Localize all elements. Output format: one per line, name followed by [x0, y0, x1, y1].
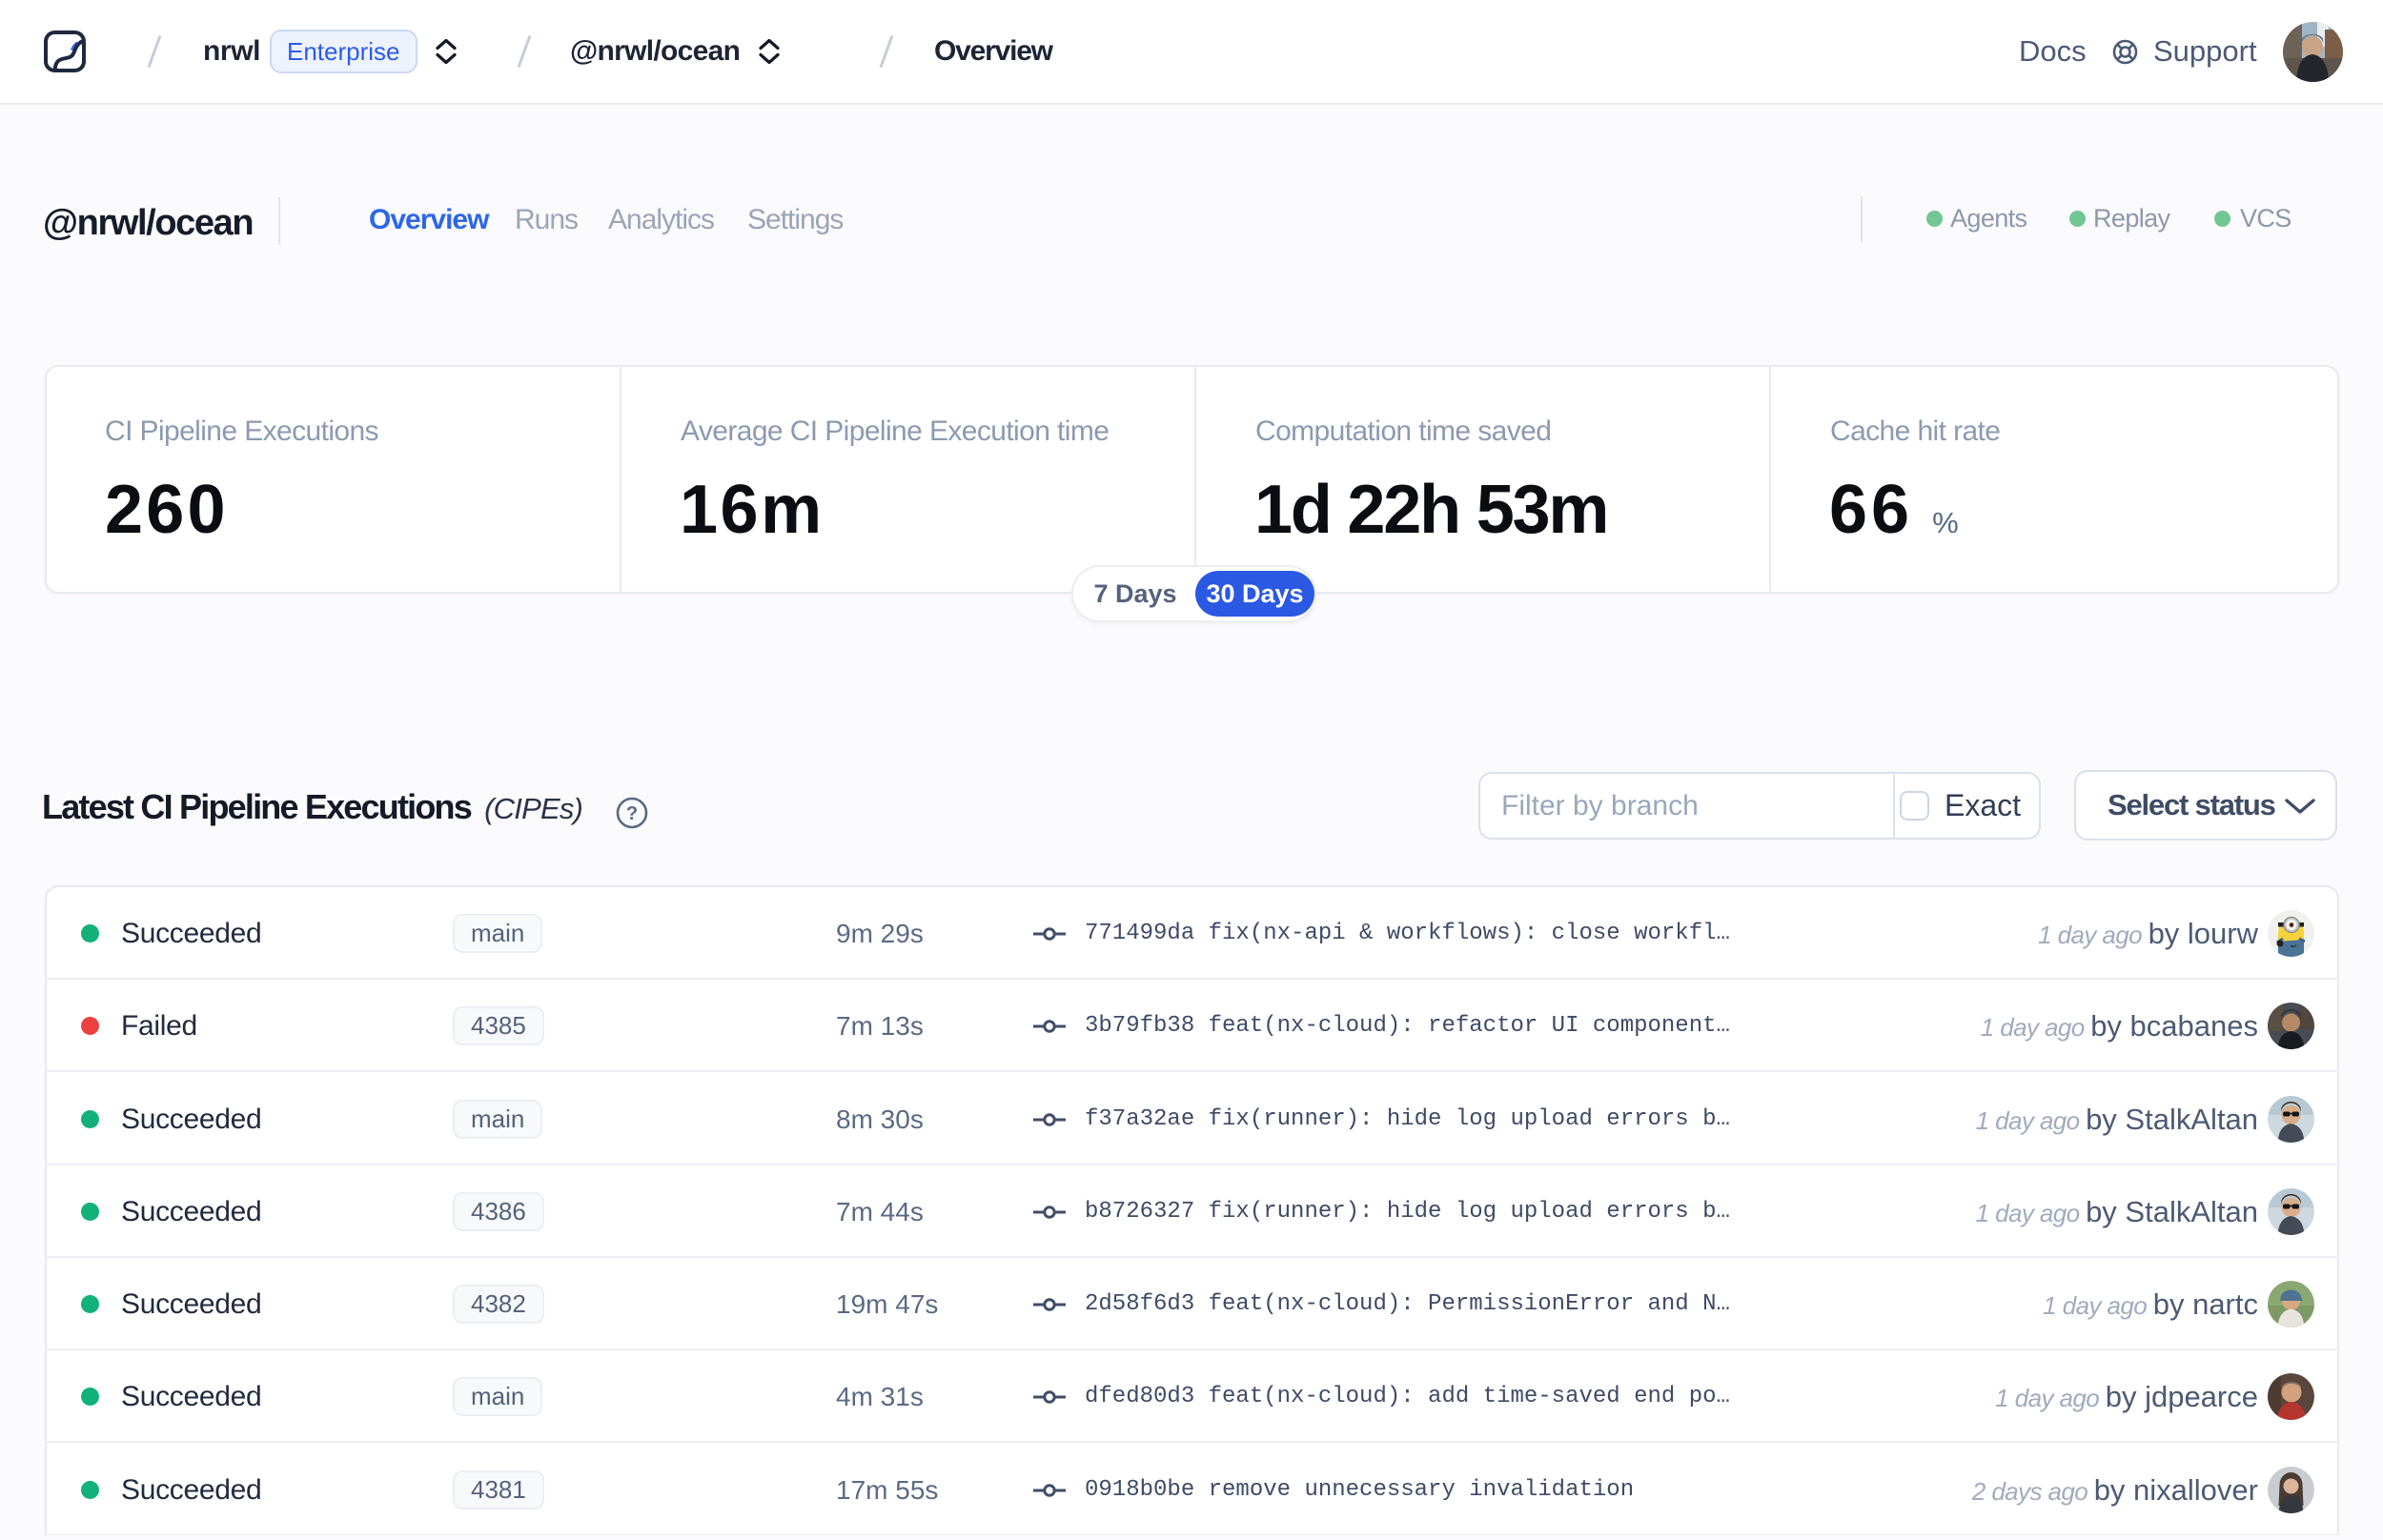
- svg-text:?: ?: [626, 803, 638, 824]
